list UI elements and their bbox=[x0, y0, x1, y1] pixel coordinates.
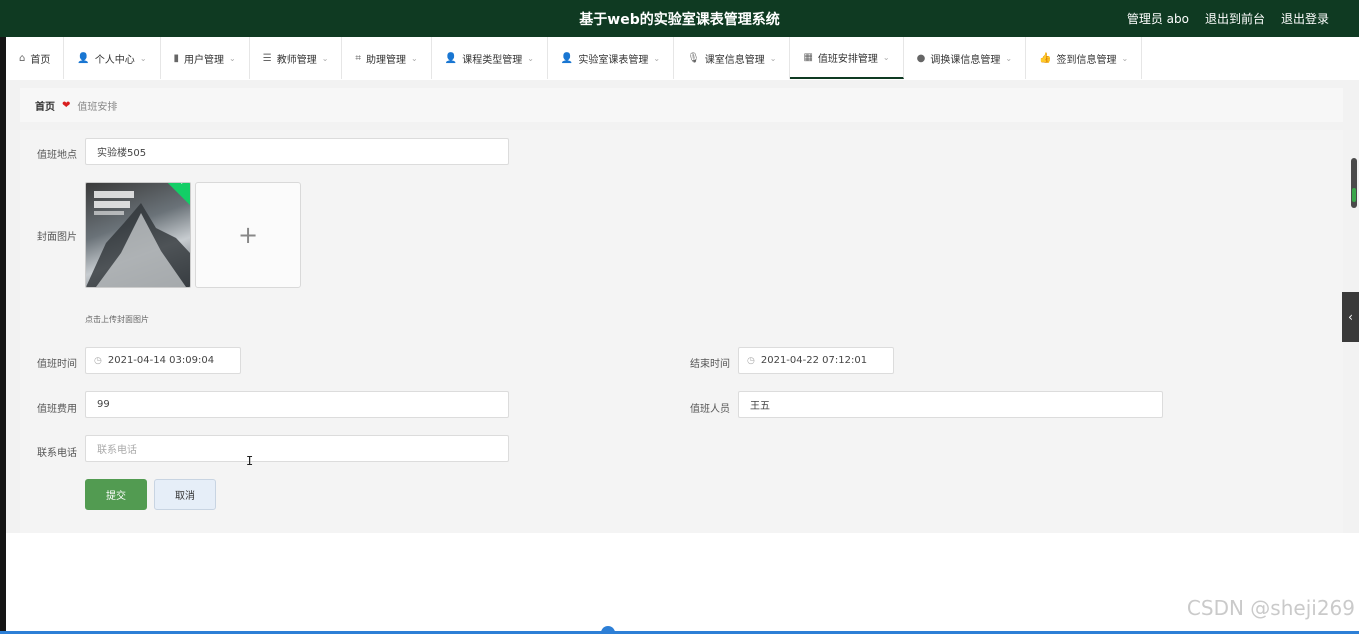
nav-item-course-type-management[interactable]: 👤 课程类型管理 ⌄ bbox=[432, 37, 548, 79]
nav-item-lab-schedule-management[interactable]: 👤 实验室课表管理 ⌄ bbox=[548, 37, 675, 79]
chevron-down-icon: ⌄ bbox=[882, 52, 890, 62]
staff-label: 值班人员 bbox=[690, 404, 730, 415]
start-time-picker[interactable]: ◷ 2021-04-14 03:09:04 bbox=[85, 347, 241, 374]
duty-form: 值班地点 实验楼505 封面图片 ✓ + 点击上传封面图片 值班时间 ◷ 202… bbox=[20, 130, 1343, 533]
upload-hint: 点击上传封面图片 bbox=[85, 315, 149, 324]
header-links: 管理员 abo 退出到前台 退出登录 bbox=[1127, 10, 1329, 27]
main-nav: ⌂ 首页 👤 个人中心 ⌄ ▮ 用户管理 ⌄ ☰ 教师管理 ⌄ ⌗ 助理管理 ⌄… bbox=[6, 37, 1359, 81]
location-field[interactable]: 实验楼505 bbox=[85, 138, 509, 165]
chevron-down-icon: ⌄ bbox=[527, 53, 534, 63]
clock-icon: ◷ bbox=[94, 355, 102, 366]
cover-label: 封面图片 bbox=[37, 232, 77, 243]
phone-field[interactable]: 联系电话 bbox=[85, 435, 509, 462]
back-to-front-link[interactable]: 退出到前台 bbox=[1205, 10, 1265, 27]
chevron-down-icon: ⌄ bbox=[1121, 53, 1129, 63]
start-time-value: 2021-04-14 03:09:04 bbox=[107, 355, 215, 366]
nav-item-personal-center[interactable]: 👤 个人中心 ⌄ bbox=[64, 37, 161, 79]
breadcrumb-current: 值班安排 bbox=[77, 101, 118, 113]
nav-label: 签到信息管理 bbox=[1056, 54, 1117, 66]
breadcrumb-home[interactable]: 首页 bbox=[35, 98, 55, 113]
upload-add-button[interactable]: + bbox=[195, 182, 301, 288]
nav-item-classroom-management[interactable]: 🎙 课室信息管理 ⌄ bbox=[674, 37, 791, 79]
nav-item-teacher-management[interactable]: ☰ 教师管理 ⌄ bbox=[250, 37, 343, 79]
cover-image-thumbnail[interactable]: ✓ bbox=[85, 182, 191, 288]
chevron-down-icon: ⌄ bbox=[411, 53, 418, 63]
nav-item-home[interactable]: ⌂ 首页 bbox=[6, 37, 65, 79]
grid-icon: ▦ bbox=[803, 51, 813, 63]
nav-label: 助理管理 bbox=[366, 54, 407, 66]
nav-label: 用户管理 bbox=[184, 54, 225, 66]
nav-item-class-swap-management[interactable]: ● 调换课信息管理 ⌄ bbox=[904, 37, 1027, 79]
fee-field[interactable]: 99 bbox=[85, 391, 509, 418]
location-label: 值班地点 bbox=[37, 150, 77, 161]
nav-label: 课室信息管理 bbox=[704, 54, 765, 66]
scrollbar[interactable] bbox=[1351, 158, 1357, 208]
clock-icon: ◷ bbox=[747, 355, 755, 366]
nav-label: 值班安排管理 bbox=[817, 53, 878, 65]
breadcrumb: 首页 ❤ 值班安排 bbox=[20, 88, 1343, 122]
bar-chart-icon: ▮ bbox=[173, 52, 180, 64]
top-header: 基于web的实验室课表管理系统 管理员 abo 退出到前台 退出登录 bbox=[0, 0, 1359, 37]
fee-label: 值班费用 bbox=[37, 404, 77, 415]
watermark: CSDN @sheji269 bbox=[1186, 596, 1355, 620]
nav-label: 个人中心 bbox=[94, 54, 135, 66]
microphone-icon: 🎙 bbox=[687, 52, 700, 64]
nav-label: 教师管理 bbox=[276, 54, 317, 66]
logout-link[interactable]: 退出登录 bbox=[1281, 10, 1329, 27]
nav-label: 实验室课表管理 bbox=[578, 54, 649, 66]
chevron-left-icon: ‹ bbox=[1348, 310, 1353, 324]
cancel-button[interactable]: 取消 bbox=[154, 479, 216, 510]
end-time-value: 2021-04-22 07:12:01 bbox=[760, 355, 868, 366]
start-time-label: 值班时间 bbox=[37, 359, 77, 370]
text-cursor-icon: I bbox=[246, 454, 254, 468]
nav-item-checkin-management[interactable]: 👍 签到信息管理 ⌄ bbox=[1026, 37, 1143, 79]
chevron-down-icon: ⌄ bbox=[769, 53, 777, 63]
submit-button[interactable]: 提交 bbox=[85, 479, 147, 510]
nav-item-assistant-management[interactable]: ⌗ 助理管理 ⌄ bbox=[342, 37, 432, 79]
person-icon: 👤 bbox=[444, 52, 458, 64]
chevron-down-icon: ⌄ bbox=[321, 53, 329, 63]
nav-label: 课程类型管理 bbox=[462, 54, 523, 66]
main-content: 首页 ❤ 值班安排 值班地点 实验楼505 封面图片 ✓ + 点击上传封面图片 … bbox=[6, 80, 1359, 533]
nav-item-duty-schedule-management[interactable]: ▦ 值班安排管理 ⌄ bbox=[790, 37, 904, 79]
person-icon: 👤 bbox=[77, 52, 90, 64]
crop-icon: ⌗ bbox=[355, 52, 362, 64]
chevron-down-icon: ⌄ bbox=[139, 53, 147, 63]
phone-label: 联系电话 bbox=[37, 448, 77, 459]
nav-item-user-management[interactable]: ▮ 用户管理 ⌄ bbox=[161, 37, 250, 79]
taskbar-indicator bbox=[601, 626, 615, 634]
list-icon: ☰ bbox=[262, 52, 272, 64]
chevron-down-icon: ⌄ bbox=[653, 53, 661, 63]
person-icon: 👤 bbox=[560, 52, 574, 64]
nav-label: 调换课信息管理 bbox=[930, 54, 1001, 66]
nav-label: 首页 bbox=[30, 54, 51, 66]
end-time-picker[interactable]: ◷ 2021-04-22 07:12:01 bbox=[738, 347, 894, 374]
staff-field[interactable]: 王五 bbox=[738, 391, 1163, 418]
chevron-down-icon: ⌄ bbox=[229, 53, 236, 63]
end-time-label: 结束时间 bbox=[690, 359, 730, 370]
chevron-down-icon: ⌄ bbox=[1005, 53, 1013, 63]
side-panel-toggle[interactable]: ‹ bbox=[1342, 292, 1359, 342]
check-icon: ✓ bbox=[179, 182, 187, 188]
heart-icon: ❤ bbox=[62, 99, 71, 111]
admin-label: 管理员 abo bbox=[1126, 12, 1189, 26]
thumbs-up-icon: 👍 bbox=[1039, 52, 1052, 64]
mountain-photo-icon bbox=[86, 191, 190, 287]
home-icon: ⌂ bbox=[19, 52, 26, 64]
plus-icon: + bbox=[237, 221, 259, 249]
location-pin-icon: ● bbox=[916, 52, 926, 64]
